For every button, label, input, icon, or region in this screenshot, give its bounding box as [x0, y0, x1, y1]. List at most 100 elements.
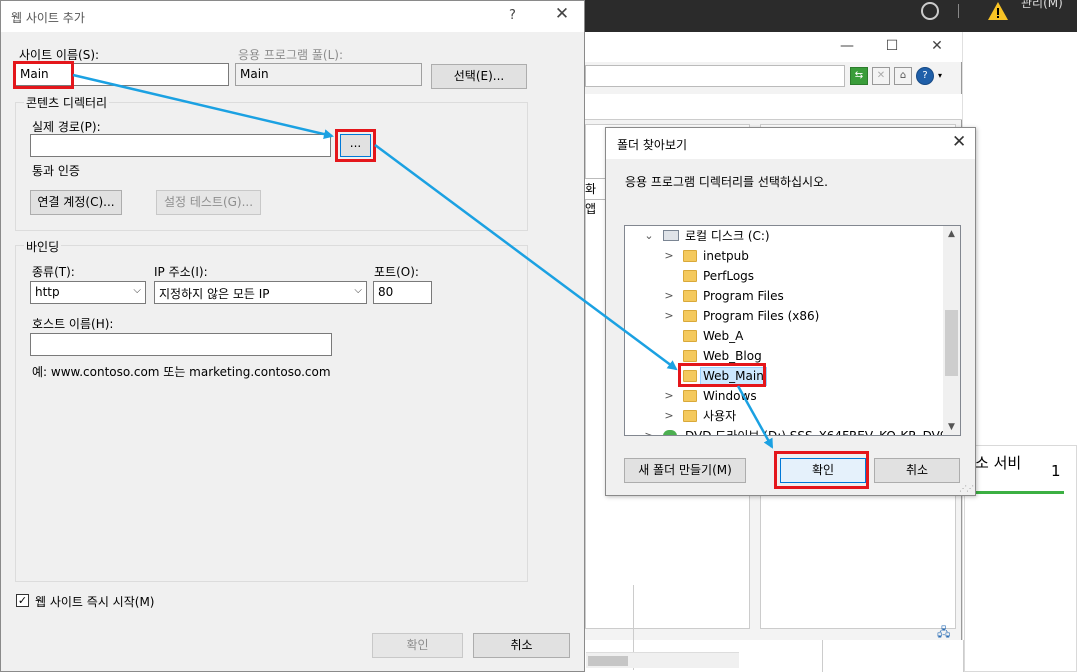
folder-icon	[683, 310, 697, 322]
go-icon[interactable]: ⇆	[850, 67, 868, 85]
app-pool-label: 응용 프로그램 풀(L):	[238, 48, 344, 62]
host-name-input[interactable]	[30, 333, 332, 356]
expander-icon[interactable]: ⌄	[643, 226, 655, 246]
scroll-down-icon[interactable]: ▼	[943, 419, 960, 435]
folder-icon	[683, 290, 697, 302]
port-input[interactable]: 80	[373, 281, 432, 304]
type-select-value: http	[35, 285, 60, 299]
server-tile-count: 1	[1051, 462, 1061, 480]
home-icon[interactable]: ⌂	[894, 67, 912, 85]
folder-icon	[683, 410, 697, 422]
dialog-title: 웹 사이트 추가	[11, 11, 85, 25]
drive-icon	[663, 230, 679, 241]
tree-item-label: Web_A	[703, 329, 744, 343]
cancel-button[interactable]: 취소	[874, 458, 960, 483]
tree-item[interactable]: PerfLogs	[625, 266, 943, 286]
host-name-label: 호스트 이름(H):	[32, 317, 114, 331]
tree-vertical-scrollbar[interactable]: ▲ ▼	[943, 226, 960, 435]
tree-item-label: 사용자	[703, 409, 737, 423]
address-toolbar: ⇆ ✕ ⌂ ? ▾	[850, 67, 942, 85]
server-manager-bottom-panel	[822, 640, 964, 672]
site-name-highlight	[13, 61, 74, 89]
chevron-down-icon: ⌵	[133, 285, 141, 296]
server-tile-status-bar	[968, 491, 1064, 494]
warning-icon[interactable]	[986, 0, 1010, 24]
ip-address-select[interactable]: 지정하지 않은 모든 IP ⌵	[154, 281, 367, 304]
tree-item[interactable]: > inetpub	[625, 246, 943, 266]
help-icon[interactable]: ?	[916, 67, 934, 85]
tree-item-label: Windows	[703, 389, 757, 403]
address-bar[interactable]	[585, 65, 845, 87]
folder-dialog-titlebar: 폴더 찾아보기 ✕	[606, 128, 975, 159]
iis-menu-strip	[585, 94, 962, 120]
new-folder-button[interactable]: 새 폴더 만들기(M)	[624, 458, 746, 483]
expander-icon[interactable]: >	[663, 306, 675, 326]
resize-grip-icon[interactable]: ⋰⋰	[959, 484, 974, 493]
tree-item-label: 로컬 디스크 (C:)	[685, 229, 770, 243]
maximize-icon[interactable]: ☐	[882, 38, 902, 56]
tree-item-label: inetpub	[703, 249, 749, 263]
tree-item[interactable]: > 사용자	[625, 406, 943, 426]
dvd-icon	[663, 430, 677, 435]
tree-item[interactable]: > Program Files	[625, 286, 943, 306]
app-pool-field: Main	[235, 63, 422, 86]
tree-item[interactable]: > DVD 드라이브 (D:) SSS_X64FREV_KO-KR_DV9	[625, 426, 948, 435]
tree-item[interactable]: Web_Blog	[625, 346, 943, 366]
expander-icon[interactable]: >	[663, 286, 675, 306]
stop-icon[interactable]: ✕	[872, 67, 890, 85]
browse-folder-dialog: 폴더 찾아보기 ✕ 응용 프로그램 디렉터리를 선택하십시오. ⌄ 로컬 디스크…	[605, 127, 976, 496]
test-settings-button: 설정 테스트(G)...	[156, 190, 261, 215]
expander-icon[interactable]: >	[663, 406, 675, 426]
help-button[interactable]: ?	[509, 8, 516, 23]
tree-item[interactable]: > Program Files (x86)	[625, 306, 943, 326]
chevron-down-icon[interactable]: ▾	[938, 67, 942, 85]
tree-item-label: Program Files	[703, 289, 784, 303]
close-icon[interactable]: ✕	[927, 38, 947, 56]
refresh-icon[interactable]	[918, 1, 942, 25]
port-label: 포트(O):	[374, 265, 419, 279]
folder-icon	[683, 270, 697, 282]
close-button[interactable]: ✕	[551, 4, 573, 26]
type-select[interactable]: http ⌵	[30, 281, 146, 304]
scrollbar-thumb[interactable]	[945, 310, 958, 376]
connect-as-button[interactable]: 연결 계정(C)...	[30, 190, 122, 215]
manage-menu[interactable]: 관리(M)	[1021, 0, 1063, 11]
select-app-pool-button[interactable]: 선택(E)...	[431, 64, 527, 89]
ip-address-label: IP 주소(I):	[154, 265, 208, 279]
tree-item-label: Program Files (x86)	[703, 309, 820, 323]
cancel-button[interactable]: 취소	[473, 633, 570, 658]
host-name-example: 예: www.contoso.com 또는 marketing.contoso.…	[32, 365, 331, 379]
folder-tree[interactable]: ⌄ 로컬 디스크 (C:) > inetpub PerfLogs > Progr…	[624, 225, 961, 436]
add-website-dialog: 웹 사이트 추가 ? ✕ 사이트 이름(S): Main 응용 프로그램 풀(L…	[0, 0, 585, 672]
expander-icon[interactable]: >	[663, 246, 675, 266]
tree-item-label: PerfLogs	[703, 269, 755, 283]
folder-icon	[683, 390, 697, 402]
folder-dialog-title: 폴더 찾아보기	[617, 138, 688, 152]
ok-button: 확인	[372, 633, 463, 658]
type-label: 종류(T):	[32, 265, 75, 279]
tree-item[interactable]: Web_A	[625, 326, 943, 346]
network-status-icon: 🖧	[937, 625, 951, 639]
minimize-icon[interactable]: —	[837, 38, 857, 56]
pass-through-auth-label: 통과 인증	[32, 164, 80, 178]
close-button[interactable]: ✕	[952, 132, 966, 152]
chevron-down-icon: ⌵	[354, 285, 362, 296]
start-immediately-checkbox[interactable]: ✓	[16, 594, 29, 607]
physical-path-input[interactable]	[30, 134, 331, 157]
folder-icon	[683, 250, 697, 262]
start-immediately-label: 웹 사이트 즉시 시작(M)	[35, 595, 155, 609]
tree-item[interactable]: > Windows	[625, 386, 943, 406]
scroll-up-icon[interactable]: ▲	[943, 226, 960, 242]
tree-item[interactable]: ⌄ 로컬 디스크 (C:)	[625, 226, 943, 246]
tree-item-selected[interactable]: Web_Main	[625, 366, 943, 386]
iis-manager-titlebar: — ☐ ✕	[585, 32, 962, 62]
folder-dialog-description: 응용 프로그램 디렉터리를 선택하십시오.	[625, 175, 828, 189]
content-directory-title: 콘텐츠 디렉터리	[24, 94, 110, 111]
horizontal-scrollbar[interactable]	[586, 652, 739, 668]
expander-icon[interactable]: >	[663, 386, 675, 406]
dialog-titlebar: 웹 사이트 추가 ? ✕	[1, 1, 584, 32]
expander-icon[interactable]: >	[643, 426, 655, 435]
browse-button-highlight	[335, 129, 376, 162]
ok-button-highlight	[774, 451, 869, 489]
scrollbar-thumb[interactable]	[588, 656, 628, 666]
